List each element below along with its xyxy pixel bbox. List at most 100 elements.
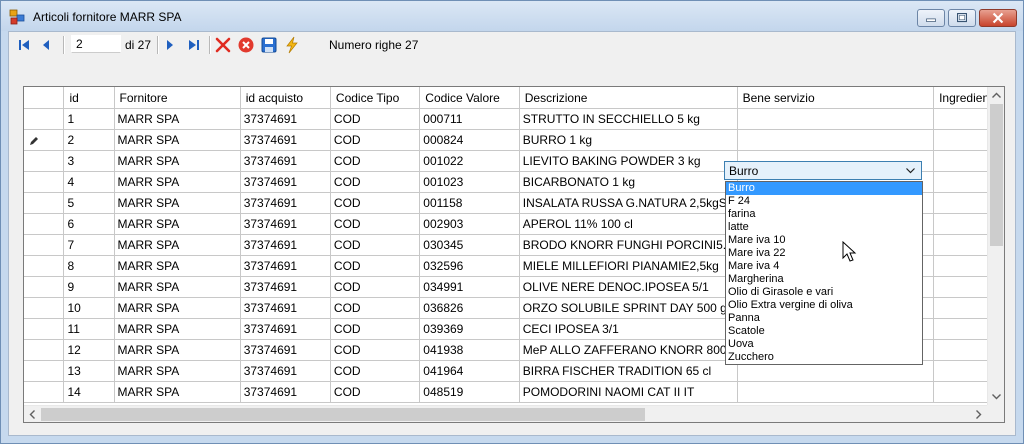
cell-codice-tipo[interactable]: COD — [330, 129, 421, 151]
column-header-codice-valore[interactable]: Codice Valore — [419, 87, 520, 109]
cell-descrizione[interactable]: INSALATA RUSSA G.NATURA 2,5kgS — [519, 192, 738, 214]
cell-fornitore[interactable]: MARR SPA — [114, 171, 241, 193]
row-header[interactable] — [24, 213, 65, 235]
cell-descrizione[interactable]: APEROL 11% 100 cl — [519, 213, 738, 235]
cell-codice-valore[interactable]: 000711 — [419, 108, 520, 130]
cell-fornitore[interactable]: MARR SPA — [114, 192, 241, 214]
cell-descrizione[interactable]: BICARBONATO 1 kg — [519, 171, 738, 193]
horizontal-scrollbar[interactable] — [24, 405, 987, 423]
cell-id[interactable]: 2 — [63, 129, 115, 151]
scroll-right-icon[interactable] — [970, 406, 987, 423]
cell-id-acquisto[interactable]: 37374691 — [240, 276, 331, 298]
position-input[interactable] — [71, 35, 121, 53]
cell-codice-valore[interactable]: 001158 — [419, 192, 520, 214]
combo-dropdown-list[interactable]: Burro F 24 farina latte Mare iva 10 Mare iva … — [725, 181, 923, 365]
cell-fornitore[interactable]: MARR SPA — [114, 318, 241, 340]
cell-bene-servizio[interactable] — [737, 381, 935, 403]
cell-id[interactable]: 3 — [63, 150, 115, 172]
move-previous-button[interactable] — [37, 36, 55, 54]
cell-fornitore[interactable]: MARR SPA — [114, 108, 241, 130]
cell-fornitore[interactable]: MARR SPA — [114, 297, 241, 319]
save-button[interactable] — [260, 36, 278, 54]
cell-id[interactable]: 1 — [63, 108, 115, 130]
cell-id-acquisto[interactable]: 37374691 — [240, 108, 331, 130]
cell-descrizione[interactable]: ORZO SOLUBILE SPRINT DAY 500 g — [519, 297, 738, 319]
cell-codice-tipo[interactable]: COD — [330, 381, 421, 403]
refresh-button[interactable] — [283, 36, 301, 54]
dropdown-option[interactable]: Zucchero — [726, 351, 922, 364]
cell-id-acquisto[interactable]: 37374691 — [240, 339, 331, 361]
dropdown-option[interactable]: Burro — [726, 182, 922, 195]
row-header[interactable] — [24, 108, 65, 130]
dropdown-option[interactable]: Panna — [726, 312, 922, 325]
cell-codice-valore[interactable]: 001023 — [419, 171, 520, 193]
cell-id[interactable]: 8 — [63, 255, 115, 277]
title-bar[interactable]: Articoli fornitore MARR SPA — [1, 1, 1023, 31]
cell-id-acquisto[interactable]: 37374691 — [240, 360, 331, 382]
column-header-descrizione[interactable]: Descrizione — [519, 87, 738, 109]
cell-id[interactable]: 14 — [63, 381, 115, 403]
column-header-id[interactable]: id — [63, 87, 115, 109]
cell-codice-valore[interactable]: 034991 — [419, 276, 520, 298]
move-first-button[interactable] — [15, 36, 33, 54]
cell-id-acquisto[interactable]: 37374691 — [240, 255, 331, 277]
cell-id-acquisto[interactable]: 37374691 — [240, 234, 331, 256]
row-header[interactable] — [24, 318, 65, 340]
cell-descrizione[interactable]: OLIVE NERE DENOC.IPOSEA 5/1 — [519, 276, 738, 298]
delete-button[interactable] — [214, 36, 232, 54]
column-header-id-acquisto[interactable]: id acquisto — [240, 87, 331, 109]
cell-fornitore[interactable]: MARR SPA — [114, 150, 241, 172]
cell-id[interactable]: 9 — [63, 276, 115, 298]
cancel-button[interactable] — [237, 36, 255, 54]
dropdown-option[interactable]: Mare iva 10 — [726, 234, 922, 247]
vertical-scrollbar[interactable] — [987, 87, 1005, 405]
dropdown-option[interactable]: farina — [726, 208, 922, 221]
cell-fornitore[interactable]: MARR SPA — [114, 255, 241, 277]
cell-codice-tipo[interactable]: COD — [330, 234, 421, 256]
cell-descrizione[interactable]: LIEVITO BAKING POWDER 3 kg — [519, 150, 738, 172]
row-header[interactable] — [24, 360, 65, 382]
column-header-codice-tipo[interactable]: Codice Tipo — [330, 87, 421, 109]
cell-codice-tipo[interactable]: COD — [330, 171, 421, 193]
vertical-scroll-thumb[interactable] — [990, 104, 1003, 246]
row-header[interactable] — [24, 171, 65, 193]
dropdown-option[interactable]: Margherina — [726, 273, 922, 286]
row-header[interactable] — [24, 234, 65, 256]
row-header[interactable] — [24, 339, 65, 361]
cell-codice-tipo[interactable]: COD — [330, 192, 421, 214]
scroll-left-icon[interactable] — [24, 406, 41, 423]
cell-codice-tipo[interactable]: COD — [330, 213, 421, 235]
cell-codice-valore[interactable]: 039369 — [419, 318, 520, 340]
cell-id[interactable]: 12 — [63, 339, 115, 361]
column-header-bene-servizio[interactable]: Bene servizio — [737, 87, 935, 109]
cell-id[interactable]: 5 — [63, 192, 115, 214]
row-header[interactable] — [24, 297, 65, 319]
cell-bene-servizio[interactable] — [737, 129, 935, 151]
scroll-down-icon[interactable] — [988, 388, 1005, 405]
column-header-fornitore[interactable]: Fornitore — [114, 87, 241, 109]
cell-fornitore[interactable]: MARR SPA — [114, 234, 241, 256]
cell-id[interactable]: 10 — [63, 297, 115, 319]
cell-id[interactable]: 6 — [63, 213, 115, 235]
cell-codice-valore[interactable]: 030345 — [419, 234, 520, 256]
cell-codice-tipo[interactable]: COD — [330, 276, 421, 298]
dropdown-option[interactable]: Mare iva 4 — [726, 260, 922, 273]
cell-id[interactable]: 4 — [63, 171, 115, 193]
cell-id-acquisto[interactable]: 37374691 — [240, 213, 331, 235]
cell-id-acquisto[interactable]: 37374691 — [240, 129, 331, 151]
cell-codice-tipo[interactable]: COD — [330, 360, 421, 382]
cell-codice-valore[interactable]: 041964 — [419, 360, 520, 382]
cell-fornitore[interactable]: MARR SPA — [114, 213, 241, 235]
cell-id-acquisto[interactable]: 37374691 — [240, 318, 331, 340]
cell-descrizione[interactable]: STRUTTO IN SECCHIELLO 5 kg — [519, 108, 738, 130]
dropdown-option[interactable]: Uova — [726, 338, 922, 351]
dropdown-option[interactable]: Olio Extra vergine di oliva — [726, 299, 922, 312]
cell-descrizione[interactable]: CECI IPOSEA 3/1 — [519, 318, 738, 340]
cell-codice-tipo[interactable]: COD — [330, 318, 421, 340]
cell-fornitore[interactable]: MARR SPA — [114, 381, 241, 403]
dropdown-option[interactable]: latte — [726, 221, 922, 234]
cell-bene-servizio[interactable] — [737, 108, 935, 130]
cell-codice-tipo[interactable]: COD — [330, 150, 421, 172]
cell-id-acquisto[interactable]: 37374691 — [240, 192, 331, 214]
cell-codice-valore[interactable]: 032596 — [419, 255, 520, 277]
